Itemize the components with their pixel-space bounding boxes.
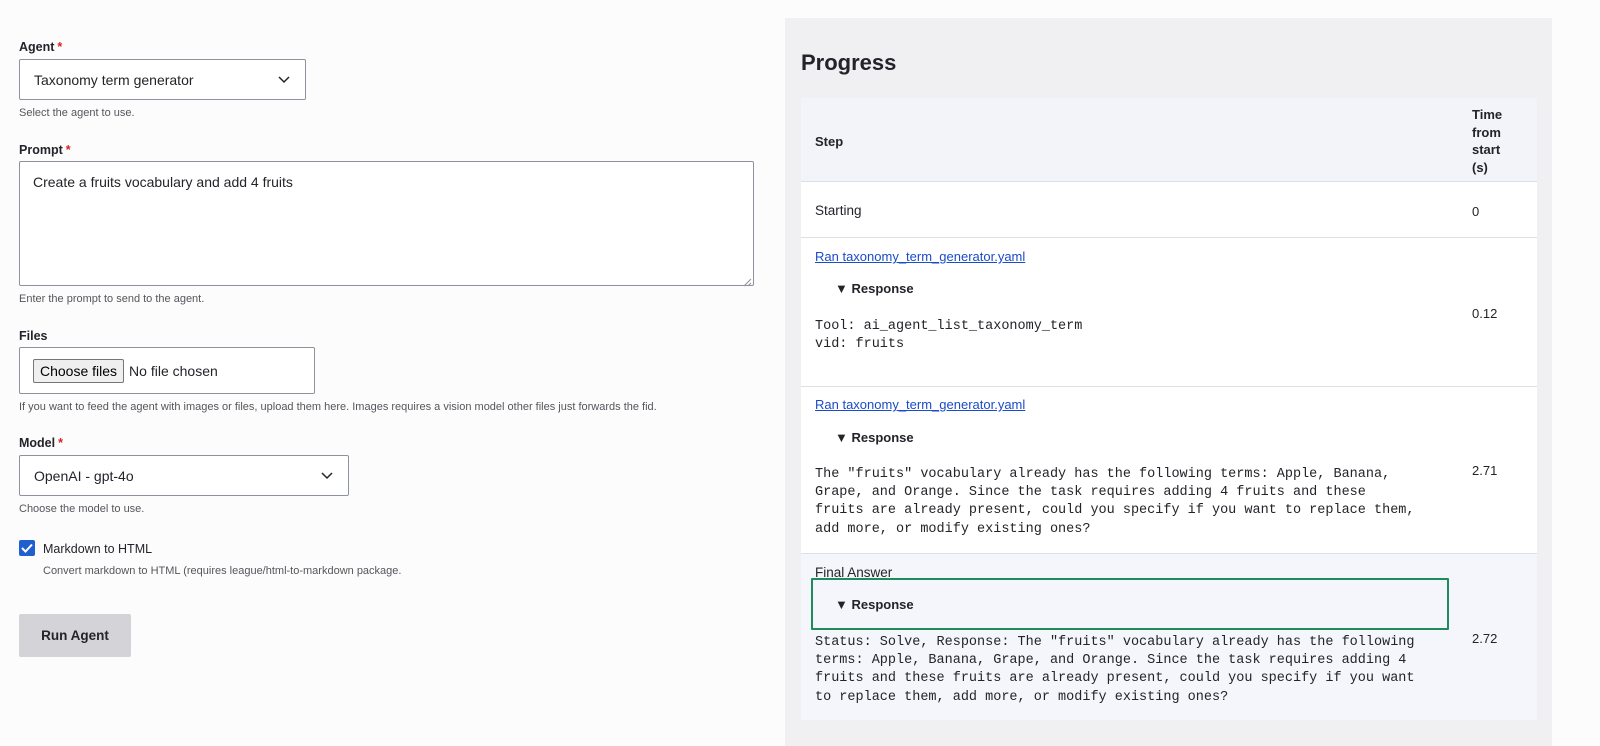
agent-select-value: Taxonomy term generator	[34, 71, 194, 88]
markdown-checkbox[interactable]	[19, 540, 35, 556]
step-link[interactable]: Ran taxonomy_term_generator.yaml	[815, 397, 1025, 412]
file-status: No file chosen	[129, 362, 218, 379]
step-label: Starting	[815, 203, 862, 218]
table-row: Final Answer ▼ Response Status: Solve, R…	[801, 554, 1537, 720]
model-label: Model *	[19, 436, 63, 450]
table-row: Ran taxonomy_term_generator.yaml ▼ Respo…	[801, 238, 1537, 387]
agent-select[interactable]: Taxonomy term generator	[19, 59, 306, 100]
column-header-step: Step	[815, 134, 844, 149]
chevron-down-icon	[277, 73, 291, 87]
table-row: Starting 0	[801, 182, 1537, 238]
markdown-label[interactable]: Markdown to HTML	[43, 542, 152, 556]
agent-description: Select the agent to use.	[19, 107, 135, 119]
step-time: 2.71	[1472, 463, 1498, 478]
prompt-text: Create a fruits vocabulary and add 4 fru…	[33, 174, 293, 190]
response-toggle[interactable]: ▼ Response	[835, 597, 914, 612]
files-input[interactable]: Choose files No file chosen	[19, 347, 315, 394]
prompt-textarea[interactable]: Create a fruits vocabulary and add 4 fru…	[19, 161, 754, 287]
step-time: 2.72	[1472, 631, 1498, 646]
prompt-description: Enter the prompt to send to the agent.	[19, 293, 205, 305]
progress-panel: Progress Step Time from start (s) Starti…	[785, 18, 1552, 746]
response-body: Tool: ai_agent_list_taxonomy_term vid: f…	[815, 319, 1083, 353]
files-label: Files	[19, 329, 48, 343]
model-select-value: OpenAI - gpt-4o	[34, 467, 134, 484]
column-header-time: Time from start (s)	[1472, 107, 1503, 175]
table-row: Ran taxonomy_term_generator.yaml ▼ Respo…	[801, 387, 1537, 554]
choose-files-button[interactable]: Choose files	[33, 358, 125, 383]
table-header: Step Time from start (s)	[801, 98, 1537, 182]
progress-title: Progress	[801, 50, 897, 75]
response-body: Status: Solve, Response: The "fruits" vo…	[815, 635, 1415, 705]
resize-grip-icon[interactable]	[742, 274, 752, 287]
files-description: If you want to feed the agent with image…	[19, 401, 657, 413]
checkmark-icon	[21, 543, 33, 553]
step-time: 0.12	[1472, 306, 1498, 321]
agent-label: Agent *	[19, 40, 63, 54]
run-agent-button[interactable]: Run Agent	[19, 614, 131, 657]
response-toggle[interactable]: ▼ Response	[835, 281, 914, 296]
markdown-description: Convert markdown to HTML (requires leagu…	[43, 565, 402, 577]
chevron-down-icon	[320, 469, 334, 483]
model-select[interactable]: OpenAI - gpt-4o	[19, 455, 349, 496]
response-body: The "fruits" vocabulary already has the …	[815, 467, 1415, 537]
model-description: Choose the model to use.	[19, 503, 145, 515]
response-toggle[interactable]: ▼ Response	[835, 430, 914, 445]
prompt-label: Prompt *	[19, 143, 71, 157]
step-time: 0	[1472, 204, 1480, 219]
step-link[interactable]: Ran taxonomy_term_generator.yaml	[815, 249, 1025, 264]
